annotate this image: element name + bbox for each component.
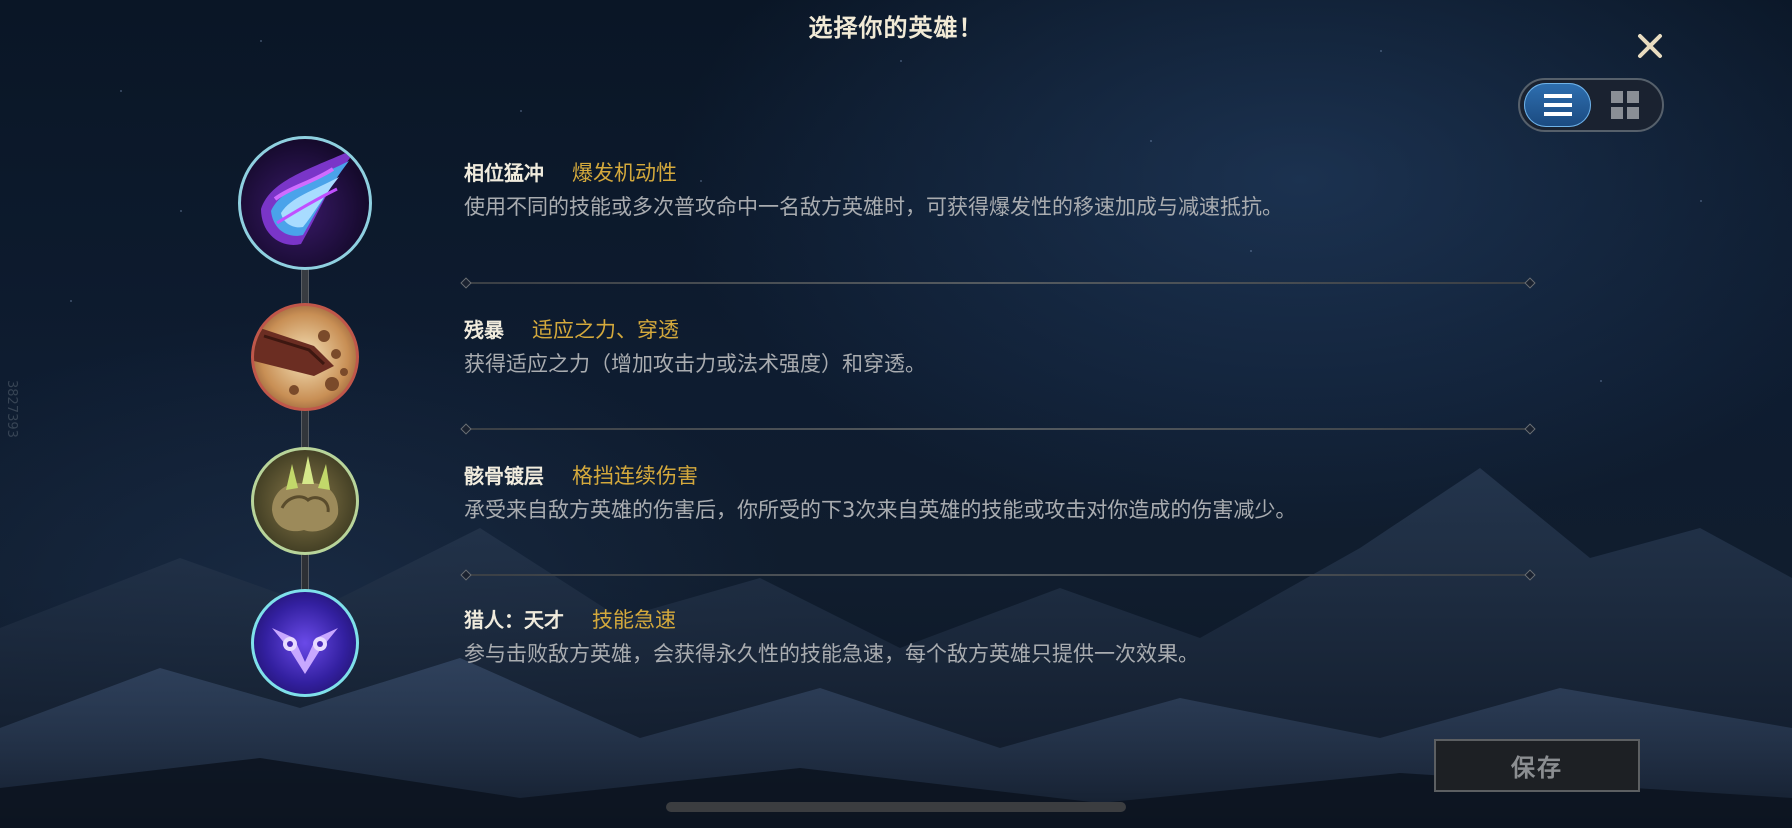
brutal-art [254, 326, 348, 395]
close-button[interactable] [1632, 28, 1668, 64]
list-view-button[interactable] [1524, 83, 1591, 127]
side-watermark: 3827393 [4, 380, 19, 438]
save-button[interactable]: 保存 [1434, 739, 1640, 792]
phase-rush-icon[interactable] [238, 136, 372, 270]
rune-name: 猎人：天才 [464, 608, 564, 632]
rune-description: 获得适应之力（增加攻击力或法术强度）和穿透。 [464, 352, 926, 376]
bone-plating-icon[interactable] [251, 447, 359, 555]
rune-tag: 格挡连续伤害 [572, 464, 698, 488]
rune-divider [468, 282, 1528, 284]
rune-tag: 爆发机动性 [572, 161, 677, 185]
rune-entry-bone-plating: 骸骨镀层 格挡连续伤害 承受来自敌方英雄的伤害后，你所受的下3次来自英雄的技能或… [464, 460, 1564, 524]
ultimate-hunter-art [272, 628, 338, 674]
rune-description: 使用不同的技能或多次普攻命中一名敌方英雄时，可获得爆发性的移速加成与减速抵抗。 [464, 195, 1283, 219]
rune-name: 相位猛冲 [464, 161, 544, 185]
grid-view-button[interactable] [1591, 83, 1658, 127]
view-mode-toggle [1518, 78, 1664, 132]
rune-divider [468, 428, 1528, 430]
rune-description: 承受来自敌方英雄的伤害后，你所受的下3次来自英雄的技能或攻击对你造成的伤害减少。 [464, 498, 1297, 522]
rune-entry-brutal: 残暴 适应之力、穿透 获得适应之力（增加攻击力或法术强度）和穿透。 [464, 314, 1564, 378]
rune-description: 参与击败敌方英雄，会获得永久性的技能急速，每个敌方英雄只提供一次效果。 [464, 642, 1199, 666]
close-icon [1638, 34, 1662, 58]
rune-name: 残暴 [464, 318, 504, 342]
phase-rush-art [261, 147, 359, 245]
rune-name: 骸骨镀层 [464, 464, 544, 488]
rune-entry-ultimate-hunter: 猎人：天才 技能急速 参与击败敌方英雄，会获得永久性的技能急速，每个敌方英雄只提… [464, 604, 1564, 668]
rune-tag: 适应之力、穿透 [532, 318, 679, 342]
bone-plating-art [272, 456, 339, 532]
rune-selection-screen: 3827393 选择你的英雄！ 相位猛冲 爆发机动性 使用不同的技能或多次普攻命… [0, 0, 1792, 828]
page-title: 选择你的英雄！ [808, 14, 984, 42]
list-icon [1543, 94, 1572, 116]
rune-divider [468, 574, 1528, 576]
ultimate-hunter-icon[interactable] [251, 589, 359, 697]
rune-tag: 技能急速 [592, 608, 676, 632]
rune-entry-phase-rush: 相位猛冲 爆发机动性 使用不同的技能或多次普攻命中一名敌方英雄时，可获得爆发性的… [464, 157, 1564, 221]
home-indicator[interactable] [666, 802, 1126, 812]
brutal-icon[interactable] [251, 303, 359, 411]
grid-icon [1610, 91, 1639, 119]
